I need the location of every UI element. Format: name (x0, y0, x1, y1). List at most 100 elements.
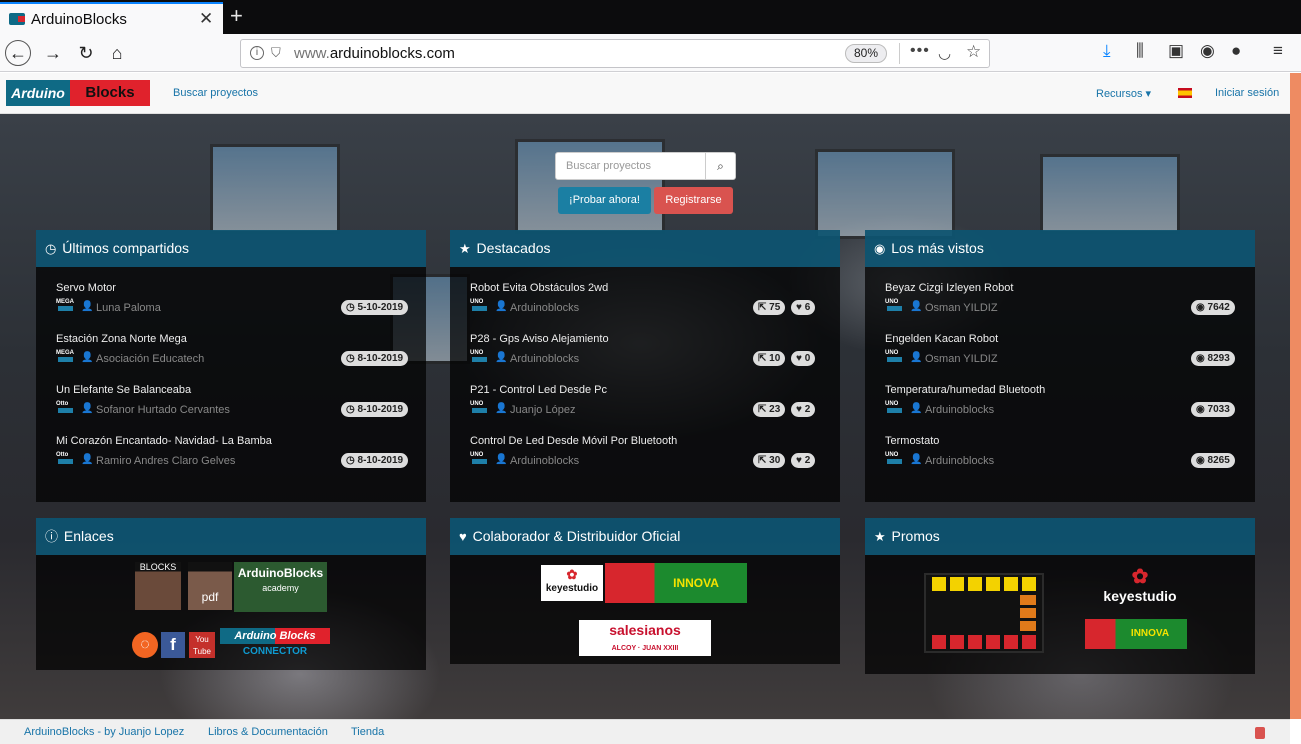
list-item[interactable]: Engelden Kacan Robot UNO 👤 Osman YILDIZ … (885, 333, 1235, 379)
sidebar-icon[interactable]: ▣ (1168, 41, 1184, 61)
star-icon: ★ (874, 529, 886, 544)
project-title[interactable]: Control De Led Desde Móvil Por Bluetooth (470, 435, 677, 447)
project-title[interactable]: P21 - Control Led Desde Pc (470, 384, 607, 396)
project-author[interactable]: Arduinoblocks (510, 353, 579, 365)
arduinoblocks-logo[interactable]: Arduino Blocks (6, 80, 150, 106)
innova-didactic-promo-logo[interactable]: INNOVA DIDACTIC (1085, 619, 1187, 649)
project-title[interactable]: Un Elefante Se Balanceaba (56, 384, 191, 396)
project-title[interactable]: Temperatura/humedad Bluetooth (885, 384, 1045, 396)
date-badge: ◷ 8-10-2019 (341, 453, 409, 468)
project-author[interactable]: Arduinoblocks (510, 455, 579, 467)
url-text[interactable]: www.arduinoblocks.com (294, 45, 455, 62)
browser-tab-strip: ArduinoBlocks ✕ + (0, 0, 1301, 34)
user-icon: 👤 (81, 403, 94, 414)
browser-tab[interactable]: ArduinoBlocks ✕ (0, 2, 223, 34)
spain-flag-icon[interactable] (1178, 88, 1192, 98)
list-item[interactable]: Control De Led Desde Móvil Por Bluetooth… (470, 435, 820, 481)
keyestudio-logo[interactable]: ✿ keyestudio (541, 565, 603, 601)
project-author[interactable]: Arduinoblocks (925, 455, 994, 467)
list-item[interactable]: Mi Corazón Encantado- Navidad- La Bamba … (56, 435, 409, 481)
list-item[interactable]: P28 - Gps Aviso Alejamiento UNO 👤 Arduin… (470, 333, 820, 379)
bg-monitor (815, 149, 955, 239)
search-icon[interactable]: ⌕ (705, 153, 735, 179)
pocket-icon[interactable]: ◡ (938, 44, 951, 62)
list-item[interactable]: Temperatura/humedad Bluetooth UNO 👤 Ardu… (885, 384, 1235, 430)
list-item[interactable]: Termostato UNO 👤 Arduinoblocks ◉ 8265 (885, 435, 1235, 481)
list-item[interactable]: Beyaz Cizgi Izleyen Robot UNO 👤 Osman YI… (885, 282, 1235, 328)
board-icon: UNO (885, 452, 905, 464)
home-icon[interactable]: ⌂ (104, 40, 130, 66)
project-title[interactable]: Engelden Kacan Robot (885, 333, 998, 345)
nav-login[interactable]: Iniciar sesión (1215, 87, 1279, 99)
hamburger-menu-icon[interactable]: ≡ (1273, 41, 1283, 61)
browser-toolbar: ← → ↻ ⌂ i ⛉ www.arduinoblocks.com 80% ••… (0, 34, 1301, 72)
nav-resources-dropdown[interactable]: Recursos ▾ (1096, 87, 1151, 100)
site-info-icon[interactable]: i (250, 46, 264, 60)
list-item[interactable]: Estación Zona Norte Mega MEGA 👤 Asociaci… (56, 333, 409, 379)
board-icon: UNO (470, 401, 490, 413)
forward-arrow-icon[interactable]: → (40, 40, 66, 66)
project-author[interactable]: Asociación Educatech (96, 353, 204, 365)
project-title[interactable]: Mi Corazón Encantado- Navidad- La Bamba (56, 435, 272, 447)
list-item[interactable]: Un Elefante Se Balanceaba Otto 👤 Sofanor… (56, 384, 409, 430)
facebook-icon[interactable]: f (161, 632, 185, 658)
scrollbar[interactable] (1290, 73, 1301, 719)
project-author[interactable]: Osman YILDIZ (925, 353, 998, 365)
salesianos-logo[interactable]: salesianos ALCOY · JUAN XXIII (579, 620, 711, 656)
containers-icon[interactable]: ● (1231, 41, 1241, 61)
project-title[interactable]: Robot Evita Obstáculos 2wd (470, 282, 608, 294)
reload-icon[interactable]: ↻ (73, 40, 99, 66)
keyestudio-promo-logo[interactable]: ✿ keyestudio (1085, 568, 1195, 618)
page-actions-menu-icon[interactable]: ••• (910, 42, 930, 60)
downloads-icon[interactable]: ⤓ (1103, 41, 1111, 61)
academy-link[interactable]: ArduinoBlocks academy (234, 562, 327, 612)
footer-brand-link[interactable]: ArduinoBlocks - by Juanjo Lopez (24, 726, 184, 738)
back-arrow-icon[interactable]: ← (5, 40, 31, 66)
views-badge: ◉ 7642 (1191, 300, 1235, 315)
board-icon: UNO (470, 350, 490, 362)
youtube-icon[interactable]: You Tube (189, 632, 215, 658)
project-title[interactable]: Estación Zona Norte Mega (56, 333, 187, 345)
project-title[interactable]: Termostato (885, 435, 939, 447)
extension-icon[interactable]: ◉ (1200, 41, 1215, 61)
views-badge: ◉ 7033 (1191, 402, 1235, 417)
tracking-shield-icon[interactable]: ⛉ (271, 45, 281, 61)
project-author[interactable]: Luna Paloma (96, 302, 161, 314)
project-title[interactable]: Beyaz Cizgi Izleyen Robot (885, 282, 1013, 294)
bookmark-star-icon[interactable]: ☆ (966, 42, 981, 62)
project-author[interactable]: Arduinoblocks (510, 302, 579, 314)
hero-search-input[interactable]: Buscar proyectos ⌕ (555, 152, 736, 180)
logo-right-text: Blocks (70, 80, 150, 106)
register-button[interactable]: Registrarse (654, 187, 733, 214)
footer-shop-link[interactable]: Tienda (351, 726, 384, 738)
book-link[interactable]: BLOCKS (135, 562, 181, 610)
list-item[interactable]: Servo Motor MEGA 👤 Luna Paloma ◷ 5-10-20… (56, 282, 409, 328)
project-author[interactable]: Sofanor Hurtado Cervantes (96, 404, 230, 416)
nav-search-projects[interactable]: Buscar proyectos (173, 87, 258, 99)
connector-link[interactable]: Arduino Blocks CONNECTOR (220, 628, 330, 662)
close-tab-icon[interactable]: ✕ (199, 9, 213, 29)
site-navbar: Arduino Blocks Buscar proyectos Recursos… (0, 73, 1290, 114)
try-now-button[interactable]: ¡Probar ahora! (558, 187, 651, 214)
pdf-book-link[interactable]: pdf (188, 562, 232, 610)
footer-toggle-button[interactable] (1255, 727, 1265, 739)
project-title[interactable]: P28 - Gps Aviso Alejamiento (470, 333, 609, 345)
rss-icon[interactable]: ◌ (132, 632, 158, 658)
shield-board-image[interactable] (924, 573, 1044, 653)
list-item[interactable]: P21 - Control Led Desde Pc UNO 👤 Juanjo … (470, 384, 820, 430)
arduinoblocks-favicon-icon (9, 13, 25, 25)
project-author[interactable]: Juanjo López (510, 404, 575, 416)
project-title[interactable]: Servo Motor (56, 282, 116, 294)
footer-docs-link[interactable]: Libros & Documentación (208, 726, 328, 738)
new-tab-plus-icon[interactable]: + (230, 3, 243, 29)
address-bar[interactable]: i ⛉ www.arduinoblocks.com 80% ••• ◡ ☆ (240, 39, 990, 68)
board-label: UNO (470, 350, 484, 356)
project-author[interactable]: Ramiro Andres Claro Gelves (96, 455, 235, 467)
project-author[interactable]: Osman YILDIZ (925, 302, 998, 314)
list-item[interactable]: Robot Evita Obstáculos 2wd UNO 👤 Arduino… (470, 282, 820, 328)
zoom-level-button[interactable]: 80% (845, 44, 887, 63)
library-icon[interactable]: ⫼ (1136, 41, 1144, 61)
user-icon: 👤 (910, 454, 923, 465)
innova-didactic-logo[interactable]: INNOVA DIDACTIC (605, 563, 747, 603)
project-author[interactable]: Arduinoblocks (925, 404, 994, 416)
